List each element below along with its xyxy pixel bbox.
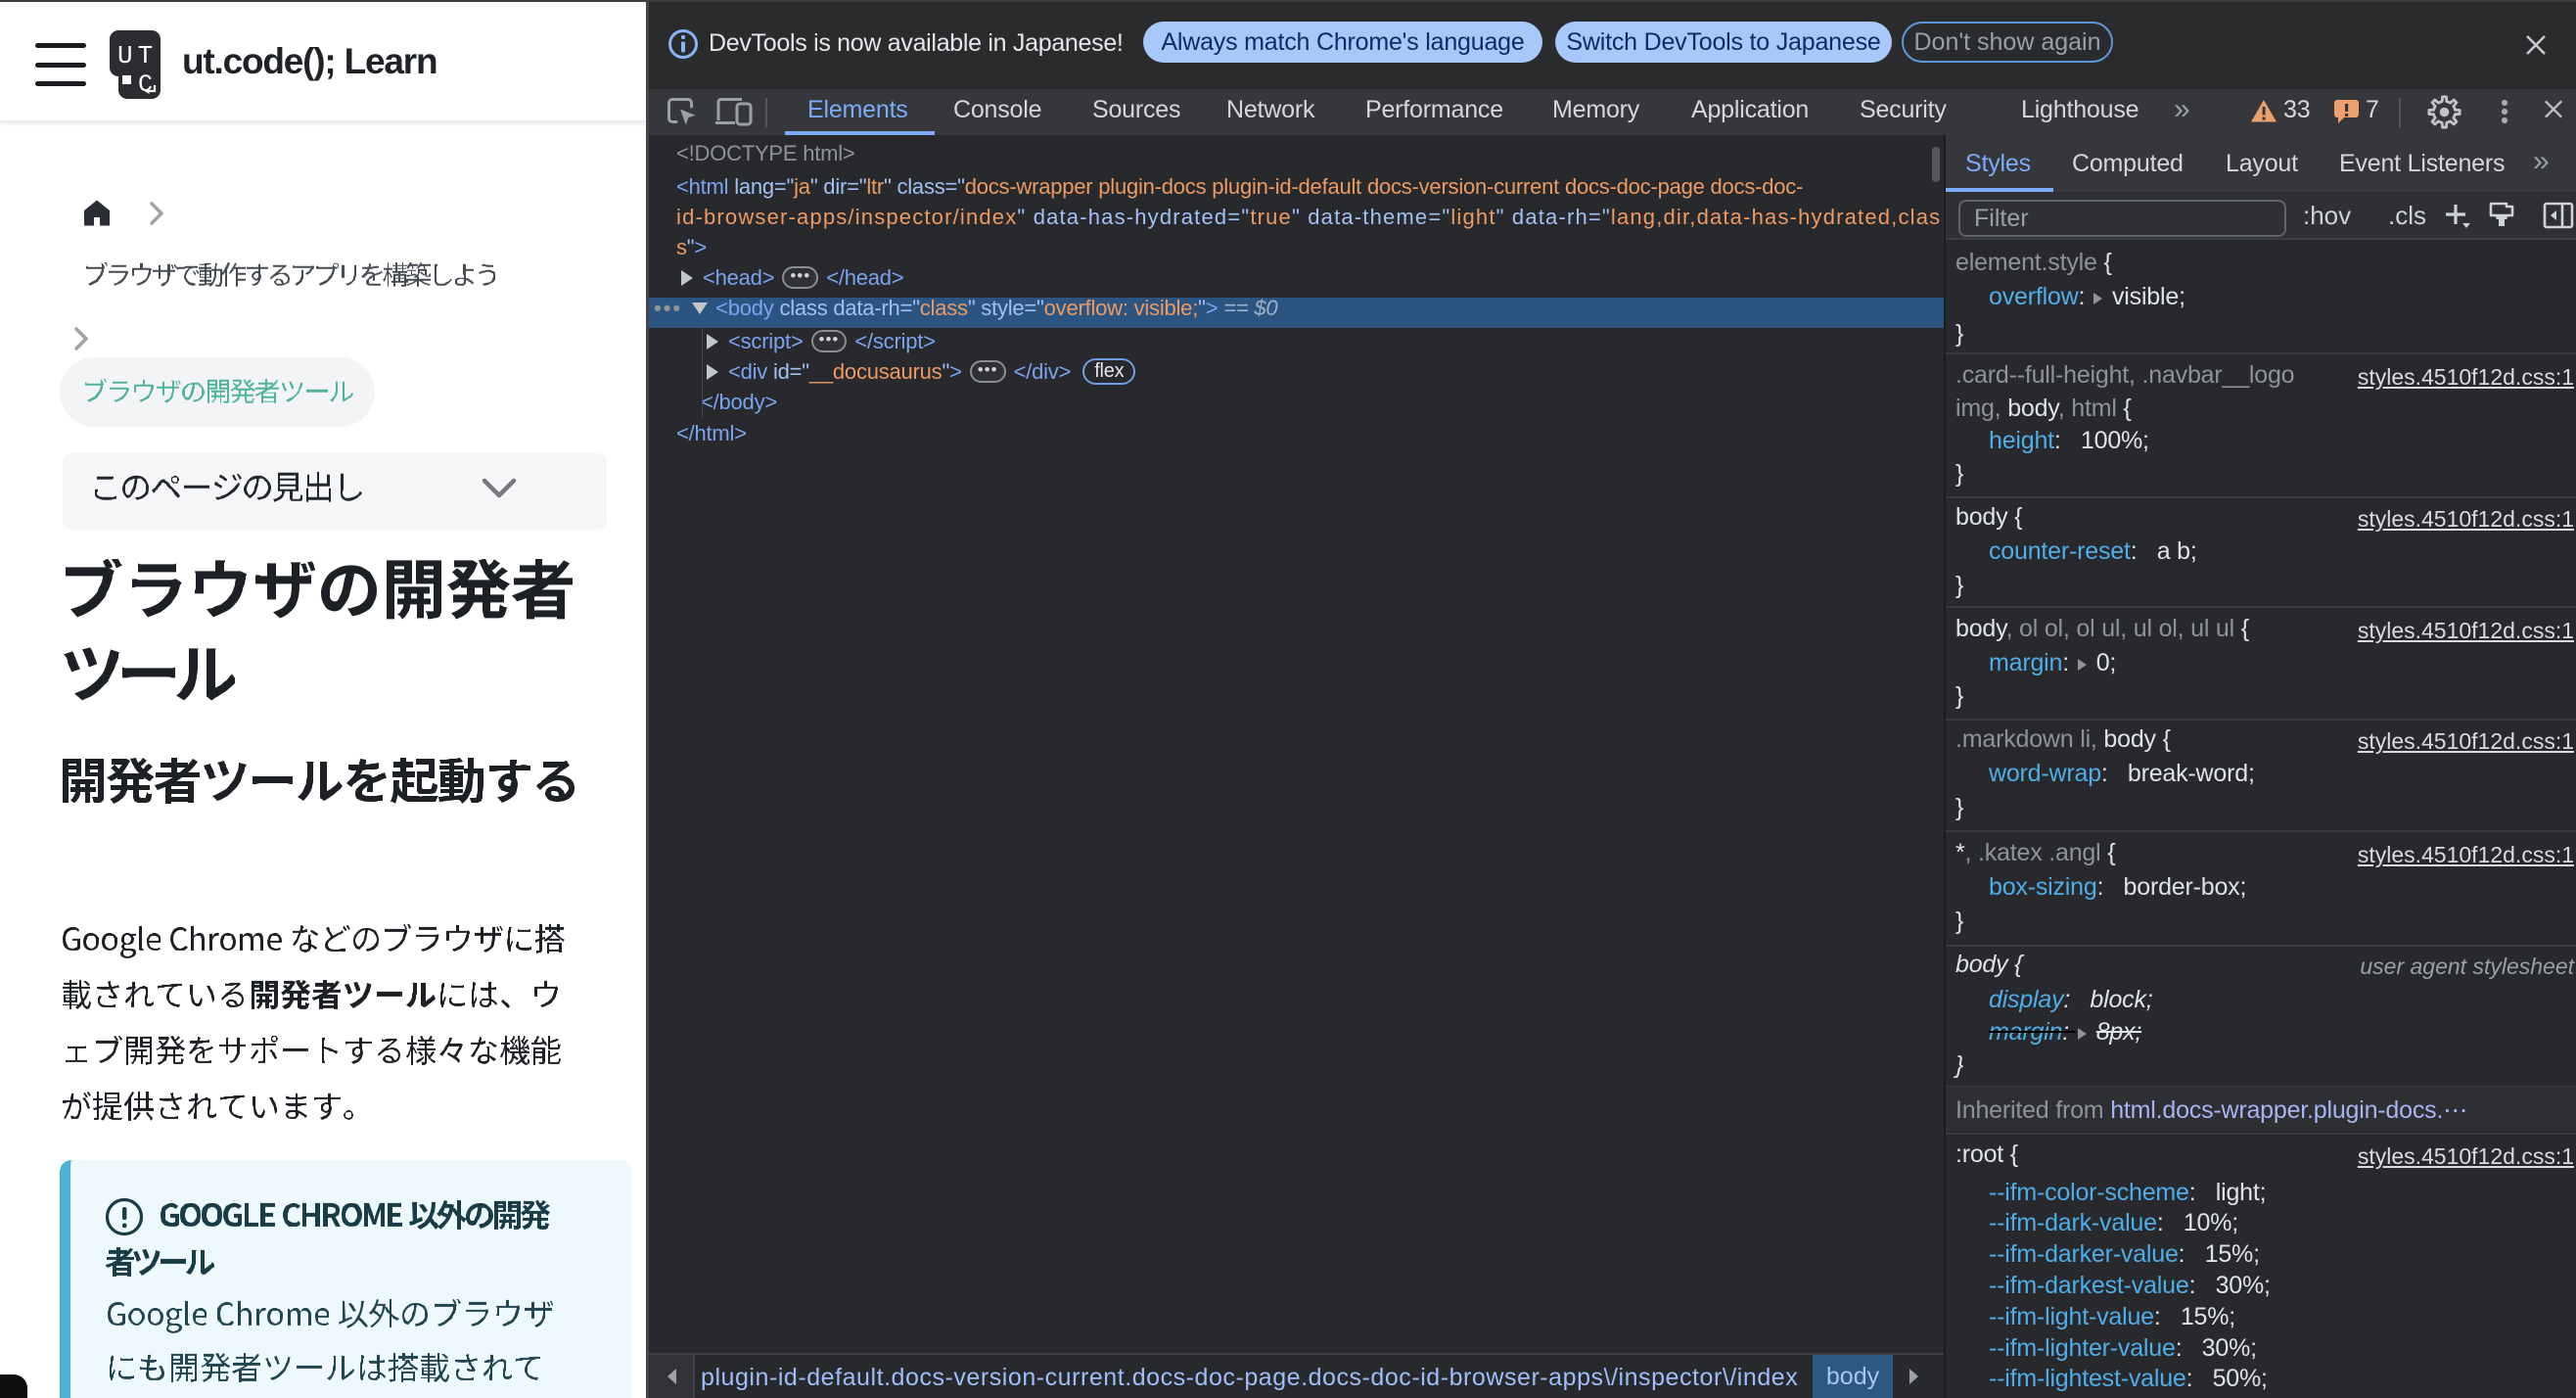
svg-text:C: C [138,70,153,99]
svg-text:UT: UT [117,41,158,70]
